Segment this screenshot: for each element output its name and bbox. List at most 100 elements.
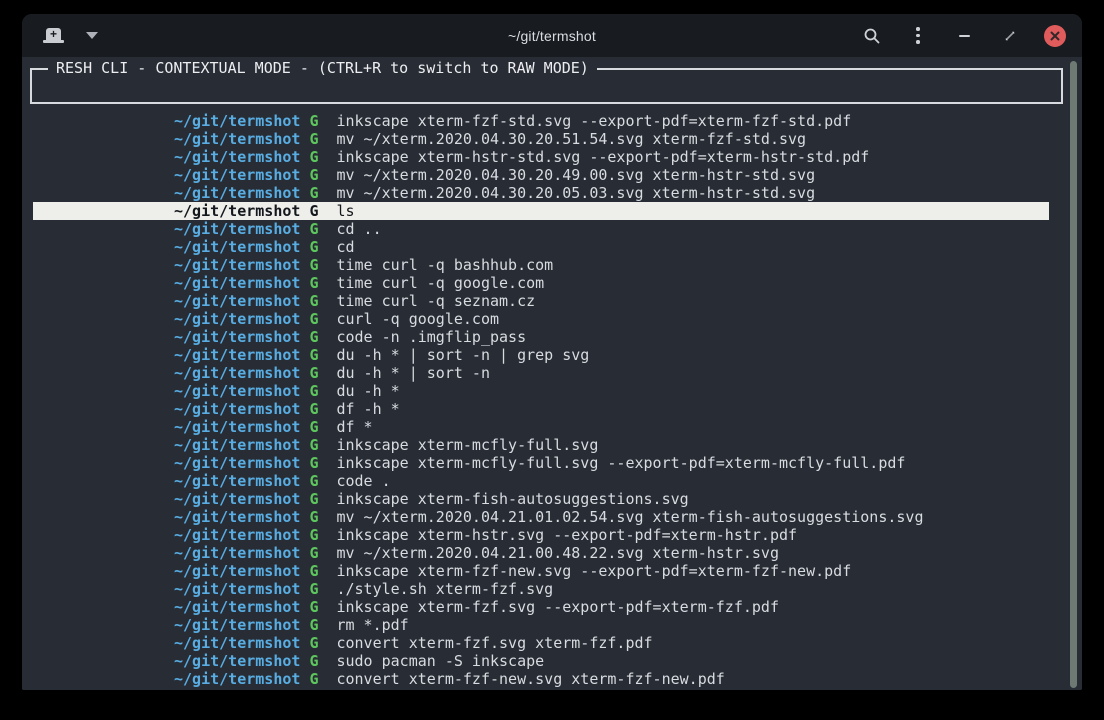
git-indicator: G — [309, 670, 318, 688]
history-path: ~/git/termshot — [174, 220, 300, 238]
history-path: ~/git/termshot — [174, 670, 300, 688]
history-path: ~/git/termshot — [174, 328, 300, 346]
history-path: ~/git/termshot — [174, 292, 300, 310]
new-tab-button[interactable]: + — [42, 24, 66, 48]
new-tab-icon: + — [43, 26, 65, 46]
history-command: mv ~/xterm.2020.04.30.20.49.00.svg xterm… — [336, 166, 815, 184]
scrollbar-thumb[interactable] — [1070, 61, 1077, 688]
history-command: inkscape xterm-mcfly-full.svg — [336, 436, 598, 454]
git-indicator: G — [309, 436, 318, 454]
history-command: sudo pacman -S inkscape — [336, 652, 544, 670]
history-row[interactable]: ~/git/termshot Gdu -h * — [22, 382, 1082, 400]
history-path: ~/git/termshot — [174, 508, 300, 526]
git-indicator: G — [309, 382, 318, 400]
restore-button[interactable] — [998, 24, 1022, 48]
history-command: code . — [336, 472, 390, 490]
history-row[interactable]: ~/git/termshotGcd .. — [22, 220, 1082, 238]
git-indicator: G — [309, 184, 318, 202]
chevron-down-icon — [86, 32, 98, 39]
history-command: rm *.pdf — [336, 616, 408, 634]
git-indicator: G — [309, 346, 318, 364]
history-path: ~/git/termshot — [174, 634, 300, 652]
history-command: convert xterm-fzf-new.svg xterm-fzf-new.… — [336, 670, 724, 688]
history-path: ~/git/termshot — [174, 256, 300, 274]
history-path: ~/git/termshot — [174, 130, 300, 148]
close-button[interactable] — [1044, 25, 1066, 47]
git-indicator: G — [309, 580, 318, 598]
history-row[interactable]: ~/git/termshot Gdf -h * — [22, 400, 1082, 418]
history-row[interactable]: ~/git/termshotGcd — [22, 238, 1082, 256]
history-row[interactable]: ~/git/termshotGtime curl -q bashhub.com — [22, 256, 1082, 274]
resh-query-input[interactable] — [38, 74, 1055, 100]
git-indicator: G — [309, 256, 318, 274]
history-row[interactable]: ~/git/termshotGconvert xterm-fzf.svg xte… — [22, 634, 1082, 652]
terminal-window: + ~/git/termshot — [22, 14, 1082, 690]
history-command: inkscape xterm-hstr-std.svg --export-pdf… — [336, 148, 869, 166]
history-row[interactable]: ~/git/termshotG./style.sh xterm-fzf.svg — [22, 580, 1082, 598]
menu-button[interactable] — [906, 24, 930, 48]
history-row[interactable]: ~/git/termshotGcurl -q google.com — [22, 310, 1082, 328]
history-command: cd .. — [336, 220, 381, 238]
history-command: convert xterm-fzf.svg xterm-fzf.pdf — [336, 634, 652, 652]
history-path: ~/git/termshot — [174, 184, 300, 202]
history-row[interactable]: ~/git/termshotGinkscape xterm-hstr-std.s… — [22, 148, 1082, 166]
git-indicator: G — [309, 544, 318, 562]
git-indicator: G — [309, 562, 318, 580]
kebab-menu-icon — [916, 27, 920, 44]
search-icon — [863, 27, 881, 45]
history-row[interactable]: ~/git/termshotGcode . — [22, 472, 1082, 490]
history-command: mv ~/xterm.2020.04.30.20.51.54.svg xterm… — [336, 130, 806, 148]
history-row[interactable]: ~/git/termshotGmv ~/xterm.2020.04.30.20.… — [22, 184, 1082, 202]
history-command: df * — [336, 418, 372, 436]
minimize-icon — [959, 35, 970, 37]
history-row[interactable]: ~/git/termshotGtime curl -q seznam.cz — [22, 292, 1082, 310]
history-row[interactable]: ~/git/termshotGmv ~/xterm.2020.04.21.00.… — [22, 544, 1082, 562]
history-row[interactable]: ~/git/termshotGinkscape xterm-hstr.svg -… — [22, 526, 1082, 544]
search-button[interactable] — [860, 24, 884, 48]
history-row[interactable]: ~/git/termshotGinkscape xterm-mcfly-full… — [22, 454, 1082, 472]
git-indicator: G — [309, 598, 318, 616]
history-path: ~/git/termshot — [174, 166, 300, 184]
history-row[interactable]: ~/git/termshot Gconvert xterm-fzf-new.svg… — [22, 670, 1082, 688]
history-path: ~/git/termshot — [174, 400, 300, 418]
history-row[interactable]: ~/git/termshotGcode -n .imgflip_pass — [22, 328, 1082, 346]
history-command: code -n .imgflip_pass — [336, 328, 526, 346]
history-row[interactable]: ~/git/termshotGinkscape xterm-fzf-new.sv… — [22, 562, 1082, 580]
minimize-button[interactable] — [952, 24, 976, 48]
history-command: du -h * | sort -n — [336, 364, 490, 382]
history-row-selected[interactable]: ~/git/termshotGls — [33, 202, 1049, 220]
history-path: ~/git/termshot — [174, 310, 300, 328]
history-row[interactable]: ~/git/termshot Ginkscape xterm-mcfly-full… — [22, 436, 1082, 454]
history-command: du -h * — [336, 382, 399, 400]
history-row[interactable]: ~/git/termshotGinkscape xterm-fzf.svg --… — [22, 598, 1082, 616]
git-indicator: G — [309, 274, 318, 292]
tab-list-dropdown[interactable] — [80, 24, 104, 48]
history-path: ~/git/termshot — [174, 238, 300, 256]
history-path: ~/git/termshot — [174, 490, 300, 508]
history-row[interactable]: ~/git/termshotGsudo pacman -S inkscape — [22, 652, 1082, 670]
history-row[interactable]: ~/git/termshotGmv ~/xterm.2020.04.30.20.… — [22, 130, 1082, 148]
history-row[interactable]: ~/git/termshotGmv ~/xterm.2020.04.21.01.… — [22, 508, 1082, 526]
history-path: ~/git/termshot — [174, 112, 300, 130]
history-path: ~/git/termshot — [174, 364, 300, 382]
history-row[interactable]: ~/git/termshotGinkscape xterm-fzf-std.sv… — [22, 112, 1082, 130]
history-row[interactable]: ~/git/termshotGdf * — [22, 418, 1082, 436]
git-indicator: G — [309, 454, 318, 472]
history-row[interactable]: ~/git/termshotGmv ~/xterm.2020.04.30.20.… — [22, 166, 1082, 184]
history-row[interactable]: ~/git/termshotGdu -h * | sort -n — [22, 364, 1082, 382]
history-row[interactable]: ~/git/termshotGtime curl -q google.com — [22, 274, 1082, 292]
history-command: inkscape xterm-fzf-new.svg --export-pdf=… — [336, 562, 851, 580]
history-command: df -h * — [336, 400, 399, 418]
history-row[interactable]: ~/git/termshotGrm *.pdf — [22, 616, 1082, 634]
git-indicator: G — [309, 418, 318, 436]
history-path: ~/git/termshot — [174, 382, 300, 400]
history-command: time curl -q google.com — [336, 274, 544, 292]
git-indicator: G — [309, 400, 318, 418]
git-indicator: G — [309, 148, 318, 166]
history-row[interactable]: ~/git/termshotGdu -h * | sort -n | grep … — [22, 346, 1082, 364]
history-row[interactable]: ~/git/termshotGinkscape xterm-fish-autos… — [22, 490, 1082, 508]
git-indicator: G — [309, 472, 318, 490]
history-path: ~/git/termshot — [174, 436, 300, 454]
git-indicator: G — [309, 652, 318, 670]
history-command: inkscape xterm-fzf-std.svg --export-pdf=… — [336, 112, 851, 130]
